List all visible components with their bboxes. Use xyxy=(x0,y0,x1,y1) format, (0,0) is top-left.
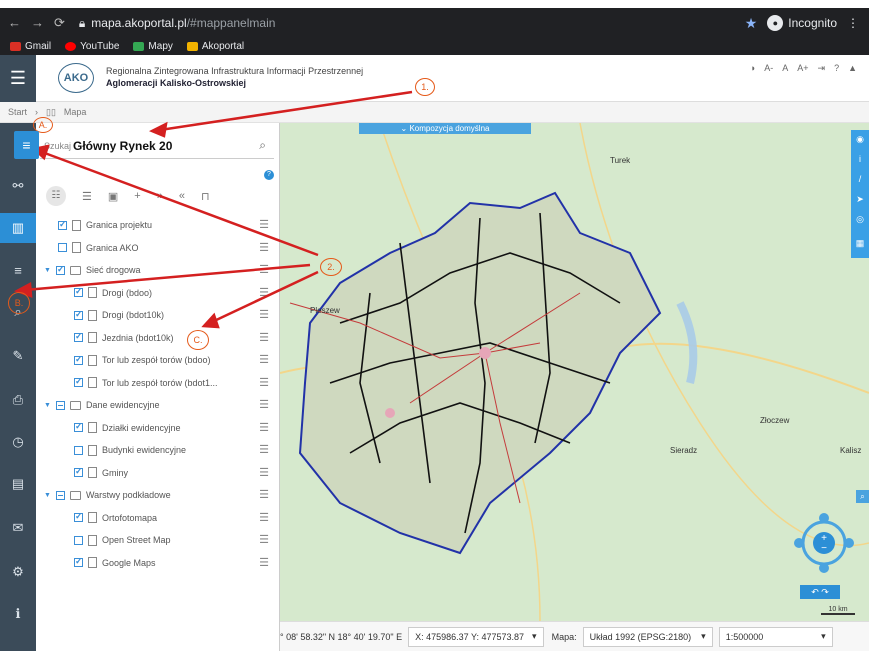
annotation-arrows xyxy=(13,90,413,329)
annotation-b: B. xyxy=(8,292,30,314)
annotation-c: C. xyxy=(187,330,209,350)
annotation-2: 2. xyxy=(320,258,342,276)
layers-toggle-button[interactable]: ≡ xyxy=(14,131,39,159)
annotation-1: 1. xyxy=(415,78,435,96)
